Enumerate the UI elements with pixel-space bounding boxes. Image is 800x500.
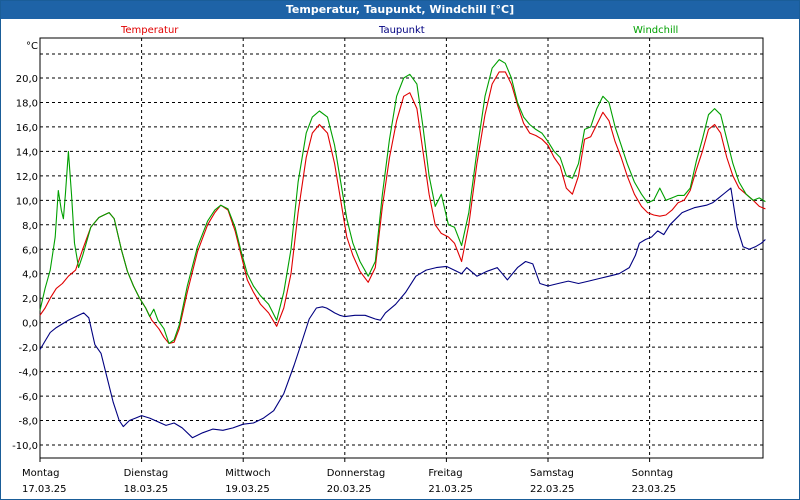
y-tick-label: -10,0 [12, 441, 38, 452]
x-day-label: Mittwoch [225, 468, 270, 479]
x-date-label: 21.03.25 [428, 484, 473, 495]
x-day-label: Montag [22, 468, 59, 479]
y-tick-label: 12,0 [16, 172, 38, 183]
line-chart: °C 20,0 18,0 16,0 14,0 12,0 10,0 8,0 6,0 4,0 2,0 0,… [12, 37, 766, 495]
y-tick-label: 2,0 [22, 294, 38, 305]
y-tick-label: 4,0 [22, 270, 38, 281]
grid [39, 38, 763, 462]
y-tick-label: -8,0 [18, 417, 38, 428]
y-tick-label: 20,0 [16, 74, 38, 85]
y-axis-unit-label: °C [26, 41, 38, 52]
x-day-label: Samstag [530, 468, 574, 479]
x-date-label: 17.03.25 [22, 484, 67, 495]
plot-area [39, 37, 764, 459]
x-date-label: 20.03.25 [327, 484, 372, 495]
y-tick-label: 18,0 [16, 98, 38, 109]
x-day-label: Donnerstag [327, 468, 385, 479]
y-tick-label: -6,0 [18, 392, 38, 403]
x-day-label: Dienstag [124, 468, 169, 479]
x-date-label: 22.03.25 [530, 484, 575, 495]
x-date-label: 18.03.25 [124, 484, 169, 495]
y-tick-label: 8,0 [22, 221, 38, 232]
temperatur-line [39, 71, 766, 345]
y-tick-label: 6,0 [22, 245, 38, 256]
y-tick-label: -2,0 [18, 343, 38, 354]
x-date-label: 23.03.25 [632, 484, 677, 495]
x-date-label: 19.03.25 [225, 484, 270, 495]
axis-labels: °C 20,0 18,0 16,0 14,0 12,0 10,0 8,0 6,0 4,0 2,0 0,… [12, 41, 676, 495]
y-tick-label: 16,0 [16, 123, 38, 134]
y-tick-label: -4,0 [18, 368, 38, 379]
x-day-label: Freitag [428, 468, 462, 479]
series-layer [39, 59, 766, 439]
x-day-label: Sonntag [632, 468, 674, 479]
taupunkt-line [39, 187, 766, 439]
y-tick-label: 10,0 [16, 196, 38, 207]
y-tick-label: 0,0 [22, 319, 38, 330]
y-tick-label: 14,0 [16, 147, 38, 158]
